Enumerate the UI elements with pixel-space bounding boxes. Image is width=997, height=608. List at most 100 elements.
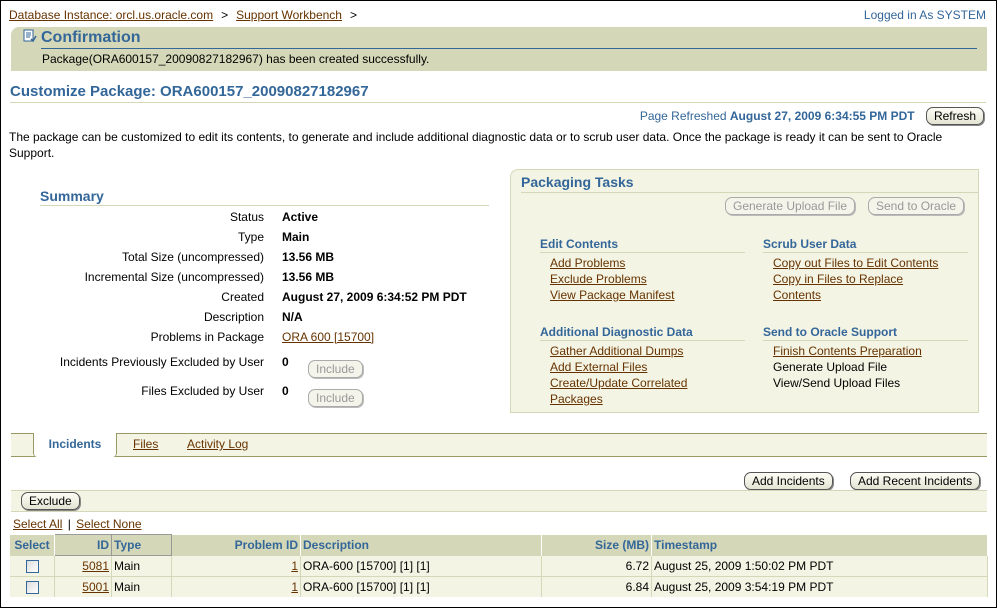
breadcrumb-support-workbench[interactable]: Support Workbench [236,8,342,22]
logged-in-user: Logged in As SYSTEM [863,8,986,22]
summary-label: Status [229,210,264,224]
tab-files[interactable]: Files [133,437,158,451]
row-checkbox[interactable] [25,581,39,595]
incident-description: ORA-600 [15700] [1] [1] [300,555,542,577]
select-all-link[interactable]: Select All [13,517,62,531]
summary-label: Problems in Package [150,330,264,344]
col-type[interactable]: Type [111,534,172,556]
summary-row-incidents-excluded: Incidents Previously Excluded by User 0 In… [1,355,501,378]
incident-id-link[interactable]: 5081 [82,559,109,573]
confirmation-divider [41,48,977,49]
page-description: The package can be customized to edit it… [9,130,943,160]
confirmation-title-text: Confirmation [41,29,141,46]
summary-label: Description [203,310,264,324]
add-external-files-link[interactable]: Add External Files [550,360,647,374]
exclude-problems-link[interactable]: Exclude Problems [550,272,647,286]
view-send-upload-files-text: View/Send Upload Files [773,376,901,390]
summary-label: Type [237,230,264,244]
problem-id-link[interactable]: 1 [291,580,298,594]
tab-incidents[interactable]: Incidents [33,433,117,457]
copy-in-files-link[interactable]: Copy in Files to Replace Contents [773,272,903,302]
summary-label: Incremental Size (uncompressed) [84,270,264,284]
col-problem-id: Problem ID [171,534,301,556]
include-incidents-button[interactable]: Include [308,360,363,378]
task-group-send-to-oracle-support: Send to Oracle Support Finish Contents P… [763,325,968,391]
exclude-button[interactable]: Exclude [21,492,80,510]
generate-upload-file-text: Generate Upload File [773,360,888,374]
summary-header: Summary [40,188,104,204]
summary-label: Total Size (uncompressed) [121,250,264,264]
summary-value: 0 [282,355,289,369]
packaging-tasks-divider [521,192,978,193]
add-problems-link[interactable]: Add Problems [550,256,625,270]
summary-row-incremental-size: Incremental Size (uncompressed) 13.56 MB [1,270,501,290]
incident-size: 6.84 [541,576,652,597]
breadcrumb-separator: > [349,8,357,22]
confirmation-title: Confirmation [23,29,141,47]
tab-activity-log[interactable]: Activity Log [187,437,248,451]
summary-divider [40,205,489,206]
task-group-additional-diagnostic-data: Additional Diagnostic Data Gather Additi… [540,325,745,407]
table-toolbar: Exclude [11,490,987,512]
summary-row-type: Type Main [1,230,501,250]
col-id[interactable]: ID [54,534,112,556]
page-refreshed-label: Page Refreshed [639,109,727,123]
summary-row-status: Status Active [1,210,501,230]
incident-type: Main [111,555,172,577]
incident-id-link[interactable]: 5001 [82,580,109,594]
col-timestamp: Timestamp [651,534,988,556]
packaging-tasks-panel: Packaging Tasks Generate Upload File Sen… [510,169,979,413]
incidents-table: Select ID Type Problem ID Description Si… [10,534,988,597]
summary-value: August 27, 2009 6:34:52 PM PDT [282,290,467,304]
finish-contents-preparation-link[interactable]: Finish Contents Preparation [773,344,922,358]
col-description: Description [300,534,542,556]
page-refreshed: Page Refreshed August 27, 2009 6:34:55 P… [640,107,984,125]
summary-label: Created [221,290,264,304]
breadcrumb-database-instance[interactable]: Database Instance: orcl.us.oracle.com [9,8,213,22]
incident-description: ORA-600 [15700] [1] [1] [300,576,542,597]
incident-timestamp: August 25, 2009 1:50:02 PM PDT [651,555,988,577]
add-recent-incidents-button[interactable]: Add Recent Incidents [850,472,981,490]
generate-upload-file-button[interactable]: Generate Upload File [725,197,856,215]
summary-row-description: Description N/A [1,310,501,330]
view-package-manifest-link[interactable]: View Package Manifest [550,288,675,302]
summary-list: Status Active Type Main Total Size (uncomp… [1,210,501,410]
summary-value: 13.56 MB [282,270,335,284]
send-to-oracle-button[interactable]: Send to Oracle [868,197,965,215]
col-select: Select [10,534,55,556]
col-size: Size (MB) [541,534,652,556]
table-row: 5081 Main 1 ORA-600 [15700] [1] [1] 6.72… [10,555,988,577]
row-checkbox[interactable] [25,560,39,574]
tab-bar: Incidents Files Activity Log [11,433,987,457]
summary-label: Files Excluded by User [141,384,264,398]
task-group-edit-contents: Edit Contents Add Problems Exclude Probl… [540,237,745,303]
breadcrumb-separator: > [221,8,229,22]
selection-separator: | [67,517,71,531]
add-incidents-button[interactable]: Add Incidents [744,472,833,490]
summary-row-total-size: Total Size (uncompressed) 13.56 MB [1,250,501,270]
table-header-row: Select ID Type Problem ID Description Si… [10,534,988,556]
summary-value: Main [282,230,310,244]
summary-value: 0 [282,384,289,398]
confirmation-note-icon [23,29,37,43]
copy-out-files-link[interactable]: Copy out Files to Edit Contents [773,256,938,270]
incident-size: 6.72 [541,555,652,577]
gather-additional-dumps-link[interactable]: Gather Additional Dumps [550,344,683,358]
summary-value: 13.56 MB [282,250,335,264]
page-title: Customize Package: ORA600157_20090827182… [10,83,369,100]
selection-links: Select All | Select None [13,517,142,531]
breadcrumb: Database Instance: orcl.us.oracle.com > Su… [9,8,365,22]
include-files-button[interactable]: Include [308,389,363,407]
table-row: 5001 Main 1 ORA-600 [15700] [1] [1] 6.84… [10,576,988,597]
refresh-button[interactable]: Refresh [925,107,984,125]
create-update-correlated-packages-link[interactable]: Create/Update Correlated Packages [550,376,687,406]
problem-id-link[interactable]: 1 [291,559,298,573]
page-title-divider [10,102,986,103]
confirmation-message: Package(ORA600157_20090827182967) has be… [42,52,430,66]
problem-link[interactable]: ORA 600 [15700] [282,330,374,344]
summary-value: N/A [282,310,303,324]
summary-value: Active [282,210,319,224]
select-none-link[interactable]: Select None [76,517,141,531]
summary-row-created: Created August 27, 2009 6:34:52 PM PDT [1,290,501,310]
confirmation-banner: Confirmation Package(ORA600157_200908271… [11,27,987,71]
